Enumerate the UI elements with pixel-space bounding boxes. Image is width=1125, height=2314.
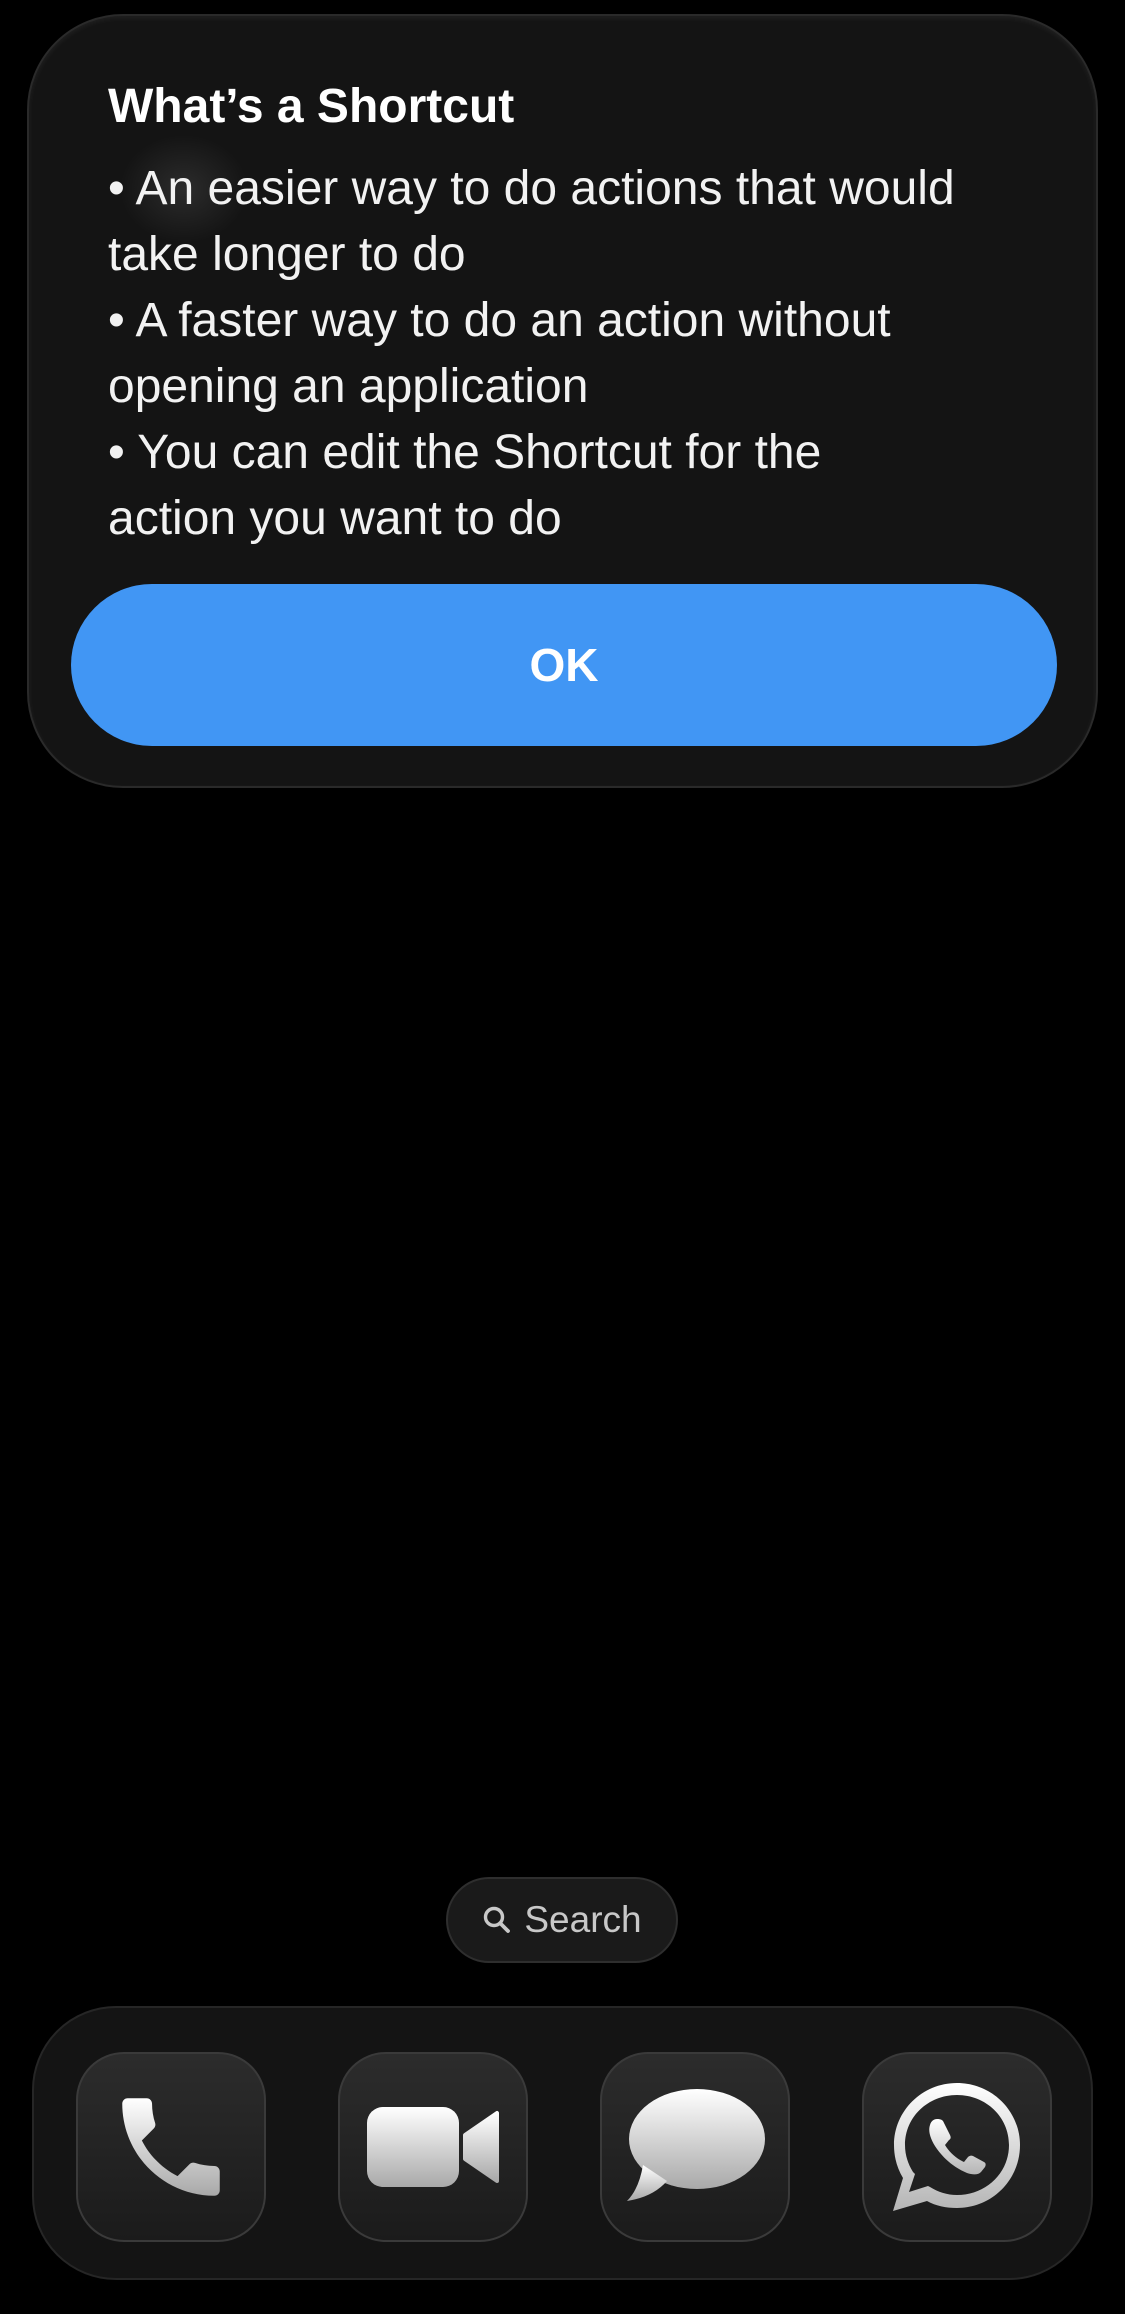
messages-app[interactable] [600,2052,790,2242]
phone-app[interactable] [76,2052,266,2242]
alert-body-line: take longer to do [108,228,466,281]
alert-body-line: opening an application [108,360,589,413]
whatsapp-app[interactable] [862,2052,1052,2242]
search-button[interactable]: Search [446,1877,678,1963]
alert-body-line: action you want to do [108,492,562,545]
ok-button[interactable]: OK [71,584,1057,746]
speech-bubble-icon [623,2085,767,2209]
whatsapp-icon [885,2075,1029,2219]
search-icon [482,1905,512,1935]
video-camera-icon [363,2097,503,2197]
search-label: Search [524,1899,642,1940]
alert-body-line: • An easier way to do actions that would [108,162,955,215]
shortcut-info-alert: What’s a Shortcut • An easier way to do … [27,14,1098,788]
dock [32,2006,1093,2280]
alert-title: What’s a Shortcut [108,80,515,133]
alert-body-line: • A faster way to do an action without [108,294,891,347]
facetime-app[interactable] [338,2052,528,2242]
phone-icon [106,2082,236,2212]
alert-body-line: • You can edit the Shortcut for the [108,426,822,479]
alert-body: • An easier way to do actions that would… [108,156,1068,552]
